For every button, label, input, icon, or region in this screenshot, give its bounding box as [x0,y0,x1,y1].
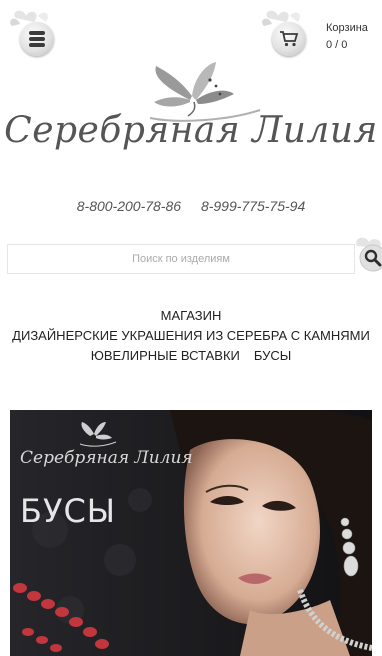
cart-button[interactable] [260,8,312,60]
cart-info[interactable]: Корзина 0 / 0 [326,20,368,54]
menu-button[interactable] [8,8,60,60]
nav-item-beads[interactable]: БУСЫ [254,348,291,363]
site-logo[interactable]: Серебряная Лилия [0,60,382,180]
search-button[interactable] [351,234,382,274]
nav-item-shop[interactable]: МАГАЗИН [161,308,222,323]
nav-item-jewelry-inserts[interactable]: ЮВЕЛИРНЫЕ ВСТАВКИ [91,348,240,363]
banner-image [10,410,372,656]
cart-count: 0 / 0 [326,39,348,51]
promo-banner[interactable]: Серебряная Лилия БУСЫ [10,410,372,656]
nav-item-designer-jewelry[interactable]: ДИЗАЙНЕРСКИЕ УКРАШЕНИЯ ИЗ СЕРЕБРА С КАМН… [12,328,370,343]
logo-text: Серебряная Лилия [4,110,378,151]
phone-1[interactable]: 8-800-200-78-86 [77,198,181,214]
magnifier-icon [356,237,382,272]
phone-numbers: 8-800-200-78-86 8-999-775-75-94 [0,198,382,214]
cart-icon [280,31,299,47]
search-input[interactable] [7,244,355,274]
banner-logo-text: Серебряная Лилия [20,448,193,468]
cart-label: Корзина [326,22,368,34]
stack-menu-icon [29,31,45,47]
banner-title: БУСЫ [20,492,117,530]
phone-2[interactable]: 8-999-775-75-94 [201,198,305,214]
search-bar [7,237,382,276]
main-nav: МАГАЗИН ДИЗАЙНЕРСКИЕ УКРАШЕНИЯ ИЗ СЕРЕБР… [0,306,382,366]
